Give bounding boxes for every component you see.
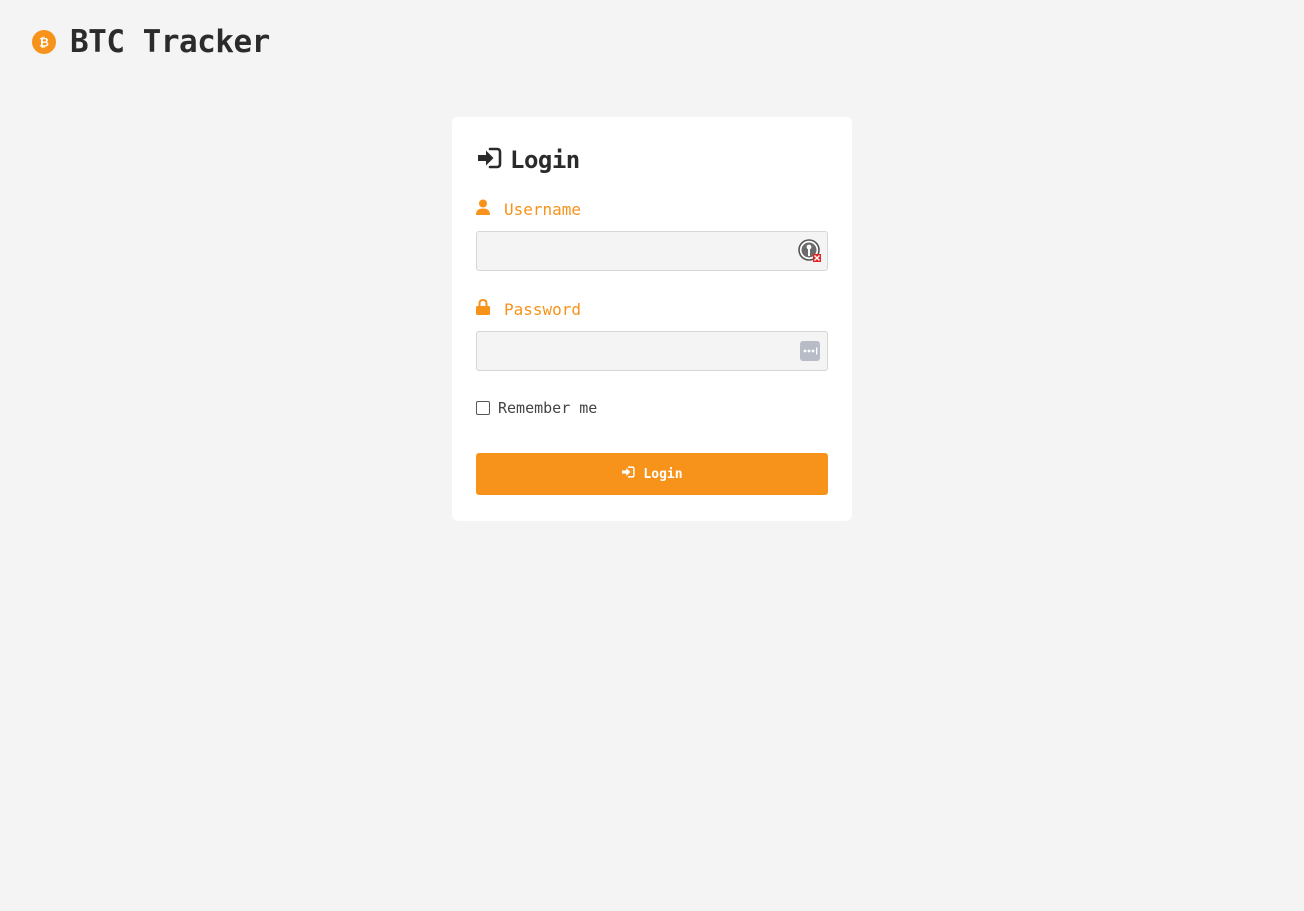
app-title: BTC Tracker xyxy=(70,24,270,60)
remember-me-row[interactable]: Remember me xyxy=(476,399,828,417)
svg-text:₿: ₿ xyxy=(39,36,49,50)
sign-in-icon xyxy=(621,466,636,482)
username-input[interactable] xyxy=(476,231,828,271)
password-label: Password xyxy=(476,298,828,319)
login-heading: Login xyxy=(476,145,828,175)
bitcoin-icon: ₿ xyxy=(32,30,56,54)
lock-icon xyxy=(476,298,490,319)
remember-me-checkbox[interactable] xyxy=(476,401,490,415)
password-input[interactable] xyxy=(476,331,828,371)
password-label-text: Password xyxy=(504,299,582,319)
app-header: ₿ BTC Tracker xyxy=(32,24,270,60)
user-icon xyxy=(476,199,490,219)
login-button[interactable]: Login xyxy=(476,453,828,495)
username-field-wrap xyxy=(476,231,828,271)
login-card: Login Username Password Remember me Logi… xyxy=(452,117,852,521)
password-field-wrap xyxy=(476,331,828,371)
password-manager-icon[interactable] xyxy=(798,239,822,263)
login-title: Login xyxy=(510,146,580,174)
username-label-text: Username xyxy=(504,199,582,219)
password-dots-icon[interactable] xyxy=(798,339,822,363)
login-button-label: Login xyxy=(643,466,683,482)
remember-me-label[interactable]: Remember me xyxy=(498,399,597,417)
sign-in-icon xyxy=(476,147,502,173)
username-label: Username xyxy=(476,199,828,219)
